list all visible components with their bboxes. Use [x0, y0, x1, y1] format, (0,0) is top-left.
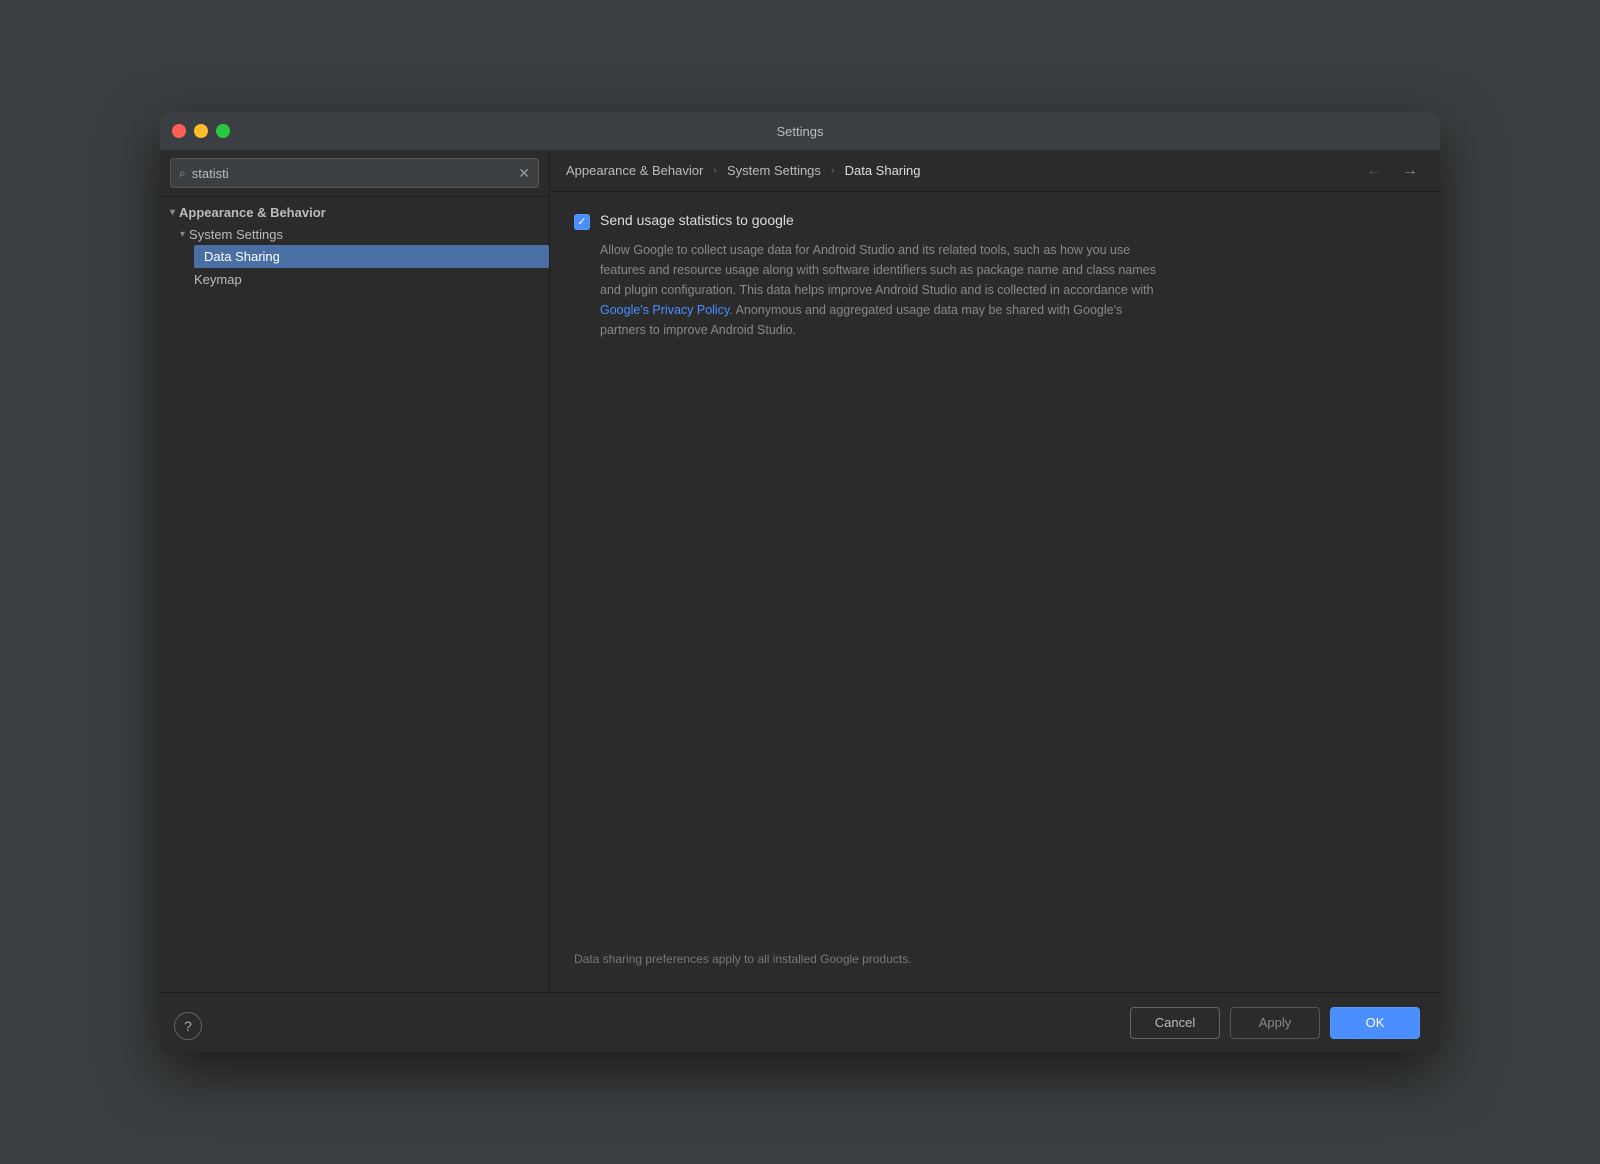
privacy-policy-link[interactable]: Google's Privacy Policy — [600, 303, 729, 317]
window-controls — [172, 124, 230, 138]
description-text: Allow Google to collect usage data for A… — [600, 240, 1160, 340]
sidebar-group-label: Appearance & Behavior — [179, 205, 326, 220]
sidebar-item-system-settings[interactable]: ▾ System Settings — [170, 224, 549, 245]
forward-button[interactable]: → — [1396, 160, 1424, 182]
sidebar-item-keymap-label: Keymap — [194, 272, 242, 287]
close-button[interactable] — [172, 124, 186, 138]
search-clear-button[interactable]: ✕ — [518, 166, 530, 180]
sidebar-nav: ▾ Appearance & Behavior ▾ System Setting… — [160, 197, 549, 992]
help-bar: ? — [174, 1012, 202, 1040]
bottom-bar: Cancel Apply OK — [160, 992, 1440, 1052]
sidebar-sub-group-label: System Settings — [189, 227, 283, 242]
nav-items: Data Sharing — [170, 245, 549, 268]
nav-section-appearance: ▾ Appearance & Behavior ▾ System Setting… — [160, 201, 549, 291]
section-content: ✓ Send usage statistics to google Allow … — [574, 212, 1416, 942]
title-bar: Settings — [160, 112, 1440, 150]
breadcrumb-sep-2: › — [831, 165, 835, 177]
checkmark-icon: ✓ — [577, 217, 586, 228]
sidebar-item-label: Data Sharing — [204, 249, 280, 264]
back-button[interactable]: ← — [1360, 160, 1388, 182]
breadcrumb-nav: ← → — [1360, 160, 1424, 182]
chevron-down-icon-sub: ▾ — [180, 229, 185, 240]
sidebar: ⌕ ✕ ▾ Appearance & Behavior ▾ System Set… — [160, 150, 550, 992]
maximize-button[interactable] — [216, 124, 230, 138]
sidebar-item-data-sharing[interactable]: Data Sharing — [194, 245, 549, 268]
cancel-button[interactable]: Cancel — [1130, 1007, 1220, 1039]
sidebar-item-appearance-behavior[interactable]: ▾ Appearance & Behavior — [160, 201, 549, 224]
footer-note: Data sharing preferences apply to all in… — [574, 942, 1416, 972]
description-part1: Allow Google to collect usage data for A… — [600, 243, 1156, 297]
minimize-button[interactable] — [194, 124, 208, 138]
apply-button[interactable]: Apply — [1230, 1007, 1320, 1039]
chevron-down-icon: ▾ — [170, 207, 175, 218]
breadcrumb-item-1: Appearance & Behavior — [566, 163, 703, 178]
ok-button[interactable]: OK — [1330, 1007, 1420, 1039]
checkbox-label: Send usage statistics to google — [600, 212, 794, 228]
sidebar-item-keymap[interactable]: Keymap — [160, 268, 549, 291]
content-scroll: ✓ Send usage statistics to google Allow … — [550, 192, 1440, 992]
breadcrumb-item-2: System Settings — [727, 163, 821, 178]
search-box: ⌕ ✕ — [170, 158, 539, 188]
nav-sub-group-system: ▾ System Settings Data Sharing — [160, 224, 549, 268]
checkbox-row: ✓ Send usage statistics to google — [574, 212, 1416, 230]
breadcrumb-sep-1: › — [713, 165, 717, 177]
search-input[interactable] — [192, 166, 513, 181]
settings-dialog: Settings ⌕ ✕ ▾ Appearance & Behavior — [160, 112, 1440, 1052]
dialog-title: Settings — [777, 124, 824, 139]
send-statistics-checkbox[interactable]: ✓ — [574, 214, 590, 230]
help-button[interactable]: ? — [174, 1012, 202, 1040]
search-container: ⌕ ✕ — [160, 150, 549, 197]
search-icon: ⌕ — [179, 166, 186, 181]
breadcrumb-bar: Appearance & Behavior › System Settings … — [550, 150, 1440, 192]
dialog-body: ⌕ ✕ ▾ Appearance & Behavior ▾ System Set… — [160, 150, 1440, 992]
content-area: Appearance & Behavior › System Settings … — [550, 150, 1440, 992]
breadcrumb-item-3: Data Sharing — [845, 163, 921, 178]
breadcrumb: Appearance & Behavior › System Settings … — [566, 163, 920, 178]
